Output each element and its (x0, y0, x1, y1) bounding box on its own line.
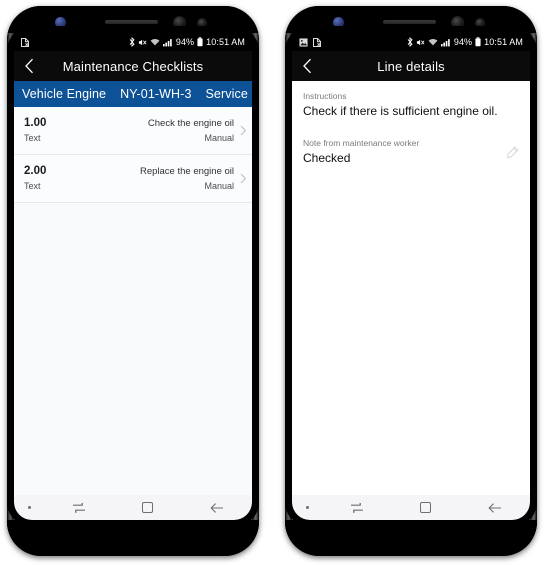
status-bar-right-icons: 94% 10:51 AM (129, 37, 245, 47)
clock-label: 10:51 AM (206, 37, 245, 47)
chevron-right-icon[interactable] (236, 173, 250, 184)
field-value: Checked (303, 151, 351, 165)
line-description-label: Replace the engine oil (139, 166, 234, 177)
line-type-label: Text (24, 181, 41, 191)
context-header-bar: Vehicle Engine NY-01-WH-3 Service (14, 81, 252, 107)
table-row[interactable]: 2.00 Text Replace the engine oil Manual (14, 155, 252, 203)
back-chevron-icon[interactable] (292, 58, 322, 74)
back-arrow-icon[interactable] (461, 502, 530, 514)
clock-label: 10:51 AM (484, 37, 523, 47)
phone-top-bezel (285, 6, 537, 33)
wifi-icon (428, 38, 438, 47)
phone-device-checklists: 94% 10:51 AM Maintenance Checklists Vehi… (7, 6, 259, 556)
page-title: Line details (377, 58, 445, 74)
status-bar: 94% 10:51 AM (14, 33, 252, 51)
front-camera-icon (174, 17, 185, 28)
power-button[interactable] (534, 158, 537, 214)
mute-icon (138, 38, 147, 47)
recents-icon[interactable] (322, 502, 391, 514)
phone-top-bezel (7, 6, 259, 33)
phone-device-line-details: 94% 10:51 AM Line details Instructions C… (285, 6, 537, 556)
table-row[interactable]: 1.00 Text Check the engine oil Manual (14, 107, 252, 155)
front-camera-icon (452, 17, 463, 28)
home-square-icon[interactable] (113, 502, 182, 513)
line-method-label: Manual (204, 133, 234, 143)
phone-left-edge-highlight (7, 6, 14, 556)
line-number-label: 1.00 (24, 117, 47, 129)
page-title: Maintenance Checklists (62, 58, 204, 74)
signal-icon (440, 38, 451, 47)
android-navigation-bar (292, 495, 530, 520)
status-bar-right-icons: 94% 10:51 AM (407, 37, 523, 47)
phone-right-edge-highlight (530, 6, 537, 556)
row-right-block: Replace the engine oil Manual (46, 164, 236, 193)
field-note-from-maintenance-worker[interactable]: Note from maintenance worker Checked (303, 137, 519, 166)
phone-left-edge-highlight (285, 6, 292, 556)
battery-percent-label: 94% (175, 37, 195, 47)
battery-icon (475, 37, 481, 47)
app-bar: Line details (292, 51, 530, 81)
earpiece-speaker (105, 20, 158, 24)
notification-dot-icon[interactable] (292, 506, 322, 509)
bluetooth-icon (129, 37, 135, 47)
field-label: Note from maintenance worker (303, 138, 420, 148)
phone-bottom-bezel (285, 520, 537, 556)
proximity-sensor-icon (198, 19, 206, 27)
phone-bottom-bezel (7, 520, 259, 556)
android-navigation-bar (14, 495, 252, 520)
battery-icon (197, 37, 203, 47)
field-label: Instructions (303, 91, 347, 101)
field-instructions: Instructions Check if there is sufficien… (303, 90, 519, 119)
row-left-block: 1.00 Text (24, 116, 46, 145)
earpiece-speaker (383, 20, 436, 24)
iris-scanner-icon (333, 17, 344, 28)
chevron-right-icon[interactable] (236, 125, 250, 136)
mute-icon (416, 38, 425, 47)
pencil-edit-icon[interactable] (506, 146, 519, 164)
line-number-label: 2.00 (24, 165, 47, 177)
back-chevron-icon[interactable] (14, 58, 44, 74)
context-asset-label: Vehicle Engine (22, 87, 107, 101)
line-description-label: Check the engine oil (147, 118, 234, 129)
row-left-block: 2.00 Text (24, 164, 46, 193)
line-method-label: Manual (204, 181, 234, 191)
wifi-icon (150, 38, 160, 47)
home-square-icon[interactable] (391, 502, 460, 513)
context-type-label: Service (205, 87, 248, 101)
image-icon (299, 37, 308, 47)
phone-screen-line-details: 94% 10:51 AM Line details Instructions C… (292, 33, 530, 520)
document-icon (313, 37, 321, 47)
back-arrow-icon[interactable] (183, 502, 252, 514)
phone-right-edge-highlight (252, 6, 259, 556)
bluetooth-icon (407, 37, 413, 47)
battery-percent-label: 94% (453, 37, 473, 47)
phone-screen-checklists: 94% 10:51 AM Maintenance Checklists Vehi… (14, 33, 252, 520)
status-bar-left-icons (21, 37, 29, 47)
app-bar: Maintenance Checklists (14, 51, 252, 81)
notification-dot-icon[interactable] (14, 506, 44, 509)
recents-icon[interactable] (44, 502, 113, 514)
status-bar-left-icons (299, 37, 321, 47)
line-type-label: Text (24, 133, 41, 143)
field-value: Check if there is sufficient engine oil. (303, 104, 498, 118)
power-button[interactable] (256, 158, 259, 214)
status-bar: 94% 10:51 AM (292, 33, 530, 51)
row-right-block: Check the engine oil Manual (46, 116, 236, 145)
proximity-sensor-icon (476, 19, 484, 27)
document-icon (21, 37, 29, 47)
checklist-list: 1.00 Text Check the engine oil Manual 2.… (14, 107, 252, 496)
iris-scanner-icon (55, 17, 66, 28)
context-vehicle-id-label: NY-01-WH-3 (120, 87, 192, 101)
line-details-form: Instructions Check if there is sufficien… (292, 81, 530, 496)
signal-icon (162, 38, 173, 47)
